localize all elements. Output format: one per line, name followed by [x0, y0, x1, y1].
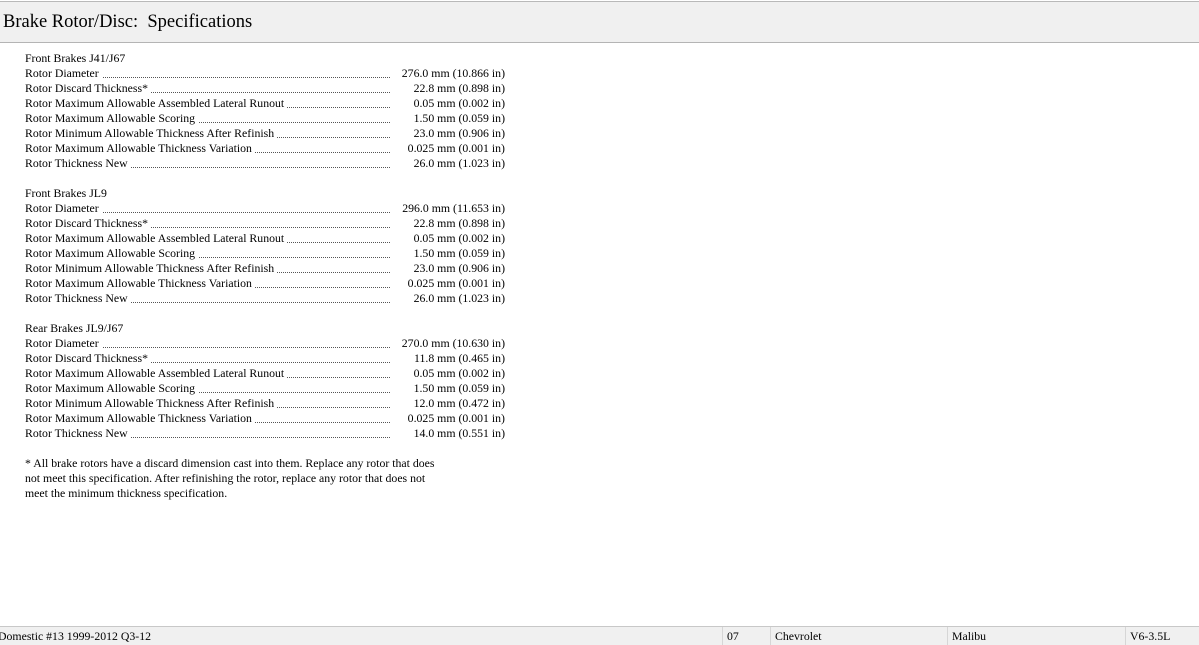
- spec-row: Rotor Minimum Allowable Thickness After …: [25, 396, 505, 411]
- spec-value: 22.8 mm (0.898 in): [393, 81, 505, 96]
- spec-label: Rotor Thickness New: [25, 291, 131, 306]
- spec-label: Rotor Diameter: [25, 336, 102, 351]
- spec-row: Rotor Maximum Allowable Assembled Latera…: [25, 96, 505, 111]
- spec-value: 0.025 mm (0.001 in): [393, 276, 505, 291]
- spec-label: Rotor Maximum Allowable Scoring: [25, 381, 199, 396]
- status-make: Chevrolet: [770, 627, 947, 645]
- specifications-content: Front Brakes J41/J67 Rotor Diameter 276.0…: [25, 51, 515, 456]
- spec-label: Rotor Thickness New: [25, 156, 131, 171]
- footnote-line: not meet this specification. After refin…: [25, 471, 426, 485]
- spec-label: Rotor Thickness New: [25, 426, 131, 441]
- spec-row: Rotor Minimum Allowable Thickness After …: [25, 126, 505, 141]
- footnote-line: * All brake rotors have a discard dimens…: [25, 456, 435, 470]
- spec-label: Rotor Discard Thickness*: [25, 216, 151, 231]
- document-viewer: Brake Rotor/Disc: Specifications Front B…: [0, 0, 1199, 645]
- spec-row: Rotor Thickness New 26.0 mm (1.023 in): [25, 291, 505, 306]
- spec-row: Rotor Thickness New 14.0 mm (0.551 in): [25, 426, 505, 441]
- status-database: Domestic #13 1999-2012 Q3-12: [0, 629, 152, 643]
- spec-label: Rotor Maximum Allowable Assembled Latera…: [25, 231, 288, 246]
- spec-row: Rotor Discard Thickness* 22.8 mm (0.898 i…: [25, 216, 505, 231]
- spec-value: 0.025 mm (0.001 in): [393, 141, 505, 156]
- spec-row: Rotor Thickness New 26.0 mm (1.023 in): [25, 156, 505, 171]
- status-engine: V6-3.5L: [1125, 627, 1199, 645]
- spec-row: Rotor Diameter 276.0 mm (10.866 in): [25, 66, 505, 81]
- spec-row: Rotor Maximum Allowable Scoring 1.50 mm (…: [25, 111, 505, 126]
- spec-row: Rotor Discard Thickness* 22.8 mm (0.898 i…: [25, 81, 505, 96]
- spec-label: Rotor Maximum Allowable Assembled Latera…: [25, 96, 288, 111]
- spec-value: 12.0 mm (0.472 in): [393, 396, 505, 411]
- spec-row: Rotor Maximum Allowable Thickness Variat…: [25, 411, 505, 426]
- spec-label: Rotor Minimum Allowable Thickness After …: [25, 396, 278, 411]
- spec-value: 1.50 mm (0.059 in): [393, 246, 505, 261]
- spec-row: Rotor Diameter 270.0 mm (10.630 in): [25, 336, 505, 351]
- spec-label: Rotor Diameter: [25, 201, 102, 216]
- spec-value: 22.8 mm (0.898 in): [393, 216, 505, 231]
- status-bar: Domestic #13 1999-2012 Q3-12 07 Chevrole…: [0, 626, 1199, 645]
- spec-value: 14.0 mm (0.551 in): [393, 426, 505, 441]
- spec-row: Rotor Maximum Allowable Assembled Latera…: [25, 231, 505, 246]
- spec-label: Rotor Discard Thickness*: [25, 81, 151, 96]
- spec-row: Rotor Maximum Allowable Thickness Variat…: [25, 141, 505, 156]
- spec-value: 0.05 mm (0.002 in): [393, 366, 505, 381]
- spec-label: Rotor Maximum Allowable Thickness Variat…: [25, 141, 255, 156]
- page-title: Brake Rotor/Disc: Specifications: [3, 12, 253, 32]
- spec-value: 23.0 mm (0.906 in): [393, 126, 505, 141]
- spec-value: 26.0 mm (1.023 in): [393, 156, 505, 171]
- status-model: Malibu: [947, 627, 1125, 645]
- section-heading: Front Brakes JL9: [25, 186, 107, 200]
- footnote-line: meet the minimum thickness specification…: [25, 486, 228, 500]
- spec-section-front-jl9: Front Brakes JL9 Rotor Diameter 296.0 mm …: [25, 186, 515, 306]
- spec-row: Rotor Diameter 296.0 mm (11.653 in): [25, 201, 505, 216]
- spec-label: Rotor Maximum Allowable Thickness Variat…: [25, 276, 255, 291]
- spec-label: Rotor Maximum Allowable Scoring: [25, 246, 199, 261]
- spec-label: Rotor Maximum Allowable Assembled Latera…: [25, 366, 288, 381]
- spec-value: 11.8 mm (0.465 in): [393, 351, 505, 366]
- section-heading: Front Brakes J41/J67: [25, 51, 126, 65]
- spec-value: 1.50 mm (0.059 in): [393, 381, 505, 396]
- spec-row: Rotor Maximum Allowable Thickness Variat…: [25, 276, 505, 291]
- spec-value: 276.0 mm (10.866 in): [393, 66, 505, 81]
- spec-value: 1.50 mm (0.059 in): [393, 111, 505, 126]
- spec-value: 23.0 mm (0.906 in): [393, 261, 505, 276]
- spec-value: 26.0 mm (1.023 in): [393, 291, 505, 306]
- spec-row: Rotor Discard Thickness* 11.8 mm (0.465 i…: [25, 351, 505, 366]
- spec-section-rear-jl9-j67: Rear Brakes JL9/J67 Rotor Diameter 270.0 …: [25, 321, 515, 441]
- spec-row: Rotor Maximum Allowable Assembled Latera…: [25, 366, 505, 381]
- spec-row: Rotor Maximum Allowable Scoring 1.50 mm (…: [25, 381, 505, 396]
- spec-value: 296.0 mm (11.653 in): [393, 201, 505, 216]
- spec-label: Rotor Discard Thickness*: [25, 351, 151, 366]
- spec-label: Rotor Maximum Allowable Thickness Variat…: [25, 411, 255, 426]
- section-heading: Rear Brakes JL9/J67: [25, 321, 124, 335]
- title-bar: Brake Rotor/Disc: Specifications: [0, 1, 1199, 43]
- spec-value: 0.05 mm (0.002 in): [393, 231, 505, 246]
- spec-label: Rotor Diameter: [25, 66, 102, 81]
- spec-value: 0.05 mm (0.002 in): [393, 96, 505, 111]
- spec-label: Rotor Maximum Allowable Scoring: [25, 111, 199, 126]
- status-year: 07: [722, 627, 770, 645]
- spec-value: 270.0 mm (10.630 in): [393, 336, 505, 351]
- spec-value: 0.025 mm (0.001 in): [393, 411, 505, 426]
- spec-row: Rotor Maximum Allowable Scoring 1.50 mm (…: [25, 246, 505, 261]
- spec-section-front-j41-j67: Front Brakes J41/J67 Rotor Diameter 276.0…: [25, 51, 515, 171]
- spec-row: Rotor Minimum Allowable Thickness After …: [25, 261, 505, 276]
- footnote: * All brake rotors have a discard dimens…: [25, 456, 495, 501]
- spec-label: Rotor Minimum Allowable Thickness After …: [25, 126, 278, 141]
- spec-label: Rotor Minimum Allowable Thickness After …: [25, 261, 278, 276]
